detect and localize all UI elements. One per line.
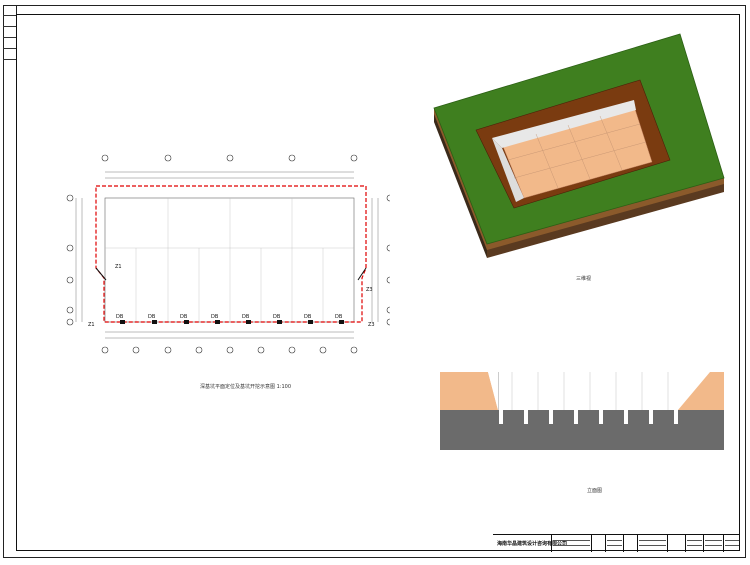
svg-text:DB: DB (273, 314, 281, 320)
pile-labels: DB DB DB DB DB DB DB DB Z1 Z3 Z1 Z3 (88, 264, 375, 328)
asphalt-layer (440, 410, 724, 450)
binding-strip (3, 5, 17, 65)
svg-text:Z1: Z1 (115, 264, 122, 270)
svg-text:Z3: Z3 (366, 287, 373, 293)
bottom-grid-bubbles (101, 346, 358, 354)
svg-text:DB: DB (242, 314, 250, 320)
svg-text:DB: DB (180, 314, 188, 320)
svg-text:Z1: Z1 (88, 322, 95, 328)
elevation-label: 立面图 (587, 488, 603, 494)
svg-text:DB: DB (335, 314, 343, 320)
top-grid-bubbles (101, 154, 358, 162)
plan-view: DB DB DB DB DB DB DB DB Z1 Z3 Z1 Z3 (66, 154, 390, 354)
svg-text:DB: DB (211, 314, 219, 320)
svg-text:DB: DB (148, 314, 156, 320)
right-soil (678, 372, 724, 410)
svg-text:DB: DB (304, 314, 312, 320)
isometric-label: 三维视 (576, 276, 592, 282)
left-soil (440, 372, 498, 410)
isometric-view (433, 33, 725, 258)
elevation-view (440, 372, 724, 450)
svg-text:DB: DB (116, 314, 124, 320)
excavation-boundary (95, 185, 367, 323)
svg-text:Z3: Z3 (368, 322, 375, 328)
drawing-sheet: DB DB DB DB DB DB DB DB Z1 Z3 Z1 Z3 深基坑平面定位及基坑开挖示… (0, 0, 750, 565)
title-block: 海南华晶建筑设计咨询有限公司 (493, 534, 740, 552)
side-grid-bubbles (66, 194, 390, 326)
plan-title: 深基坑平面定位及基坑开挖示意图 1:100 (200, 384, 292, 390)
building-outline (104, 197, 355, 323)
